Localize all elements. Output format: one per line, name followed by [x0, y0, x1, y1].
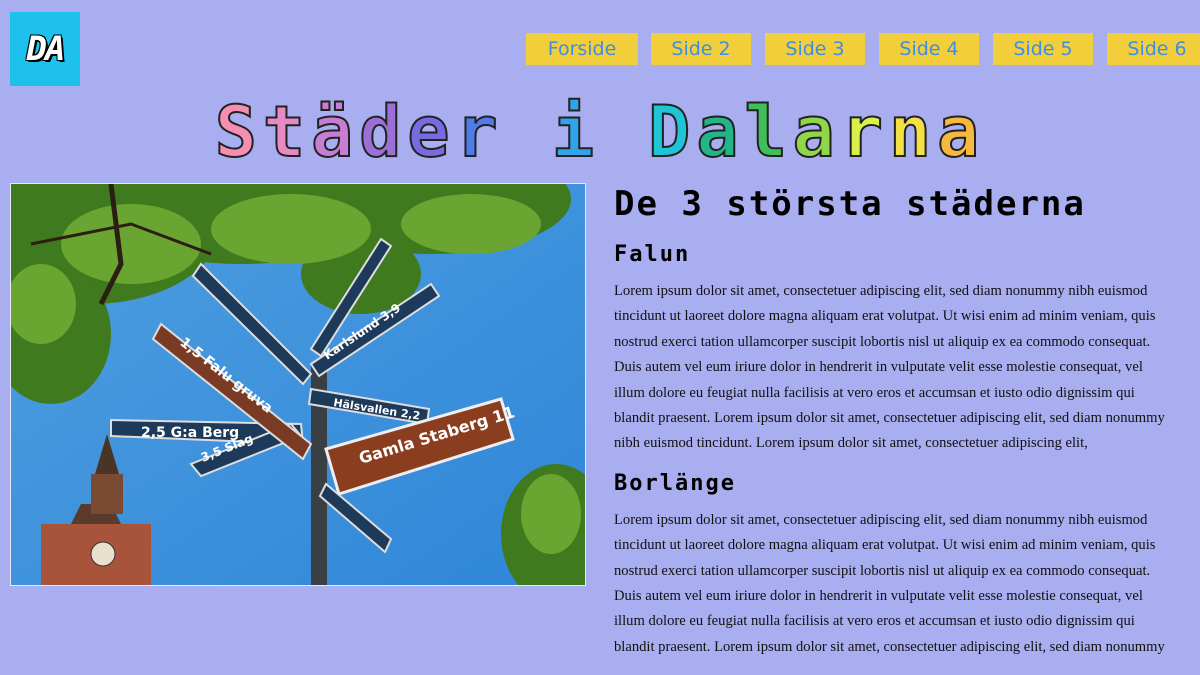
nav-side-5[interactable]: Side 5 — [993, 33, 1093, 65]
title-letter — [504, 91, 552, 173]
title-letter: ä — [310, 91, 360, 173]
nav-side-6[interactable]: Side 6 — [1107, 33, 1200, 65]
title-letter: e — [406, 91, 456, 173]
section-body-borlange: Lorem ipsum dolor sit amet, consectetuer… — [614, 511, 1165, 655]
title-letter: l — [743, 91, 793, 173]
article: De 3 största städerna Falun Lorem ipsum … — [614, 186, 1174, 666]
title-letter — [600, 91, 648, 173]
title-letter: D — [647, 91, 697, 173]
sign-ga-berg: 2,5 G:a Berg — [141, 425, 239, 441]
title-letter: S — [214, 91, 263, 173]
nav-side-2[interactable]: Side 2 — [651, 33, 751, 65]
title-letter: r — [455, 91, 504, 173]
nav-forside[interactable]: Forside — [526, 33, 638, 65]
title-letter: n — [888, 91, 938, 173]
page-title: Städer i Dalarna — [0, 91, 1200, 173]
title-letter: a — [792, 91, 841, 173]
title-letter: a — [936, 91, 986, 173]
title-letter: r — [840, 91, 889, 173]
section-title-borlange: Borlänge — [614, 470, 736, 496]
nav-side-4[interactable]: Side 4 — [879, 33, 979, 65]
section-body-falun: Lorem ipsum dolor sit amet, consectetuer… — [614, 283, 1165, 452]
title-letter: i — [551, 91, 600, 173]
title-letter: t — [262, 91, 312, 173]
section-title-falun: Falun — [614, 242, 691, 267]
title-letter: a — [695, 91, 745, 173]
article-heading: De 3 största städerna — [614, 184, 1086, 224]
signpost-photo: 2,5 G:a Berg 3,5 Slag 1,5 Falu gruva Kar… — [10, 183, 586, 586]
nav-side-3[interactable]: Side 3 — [765, 33, 865, 65]
main-nav: Forside Side 2 Side 3 Side 4 Side 5 Side… — [0, 33, 1200, 65]
title-letter: d — [358, 91, 408, 173]
